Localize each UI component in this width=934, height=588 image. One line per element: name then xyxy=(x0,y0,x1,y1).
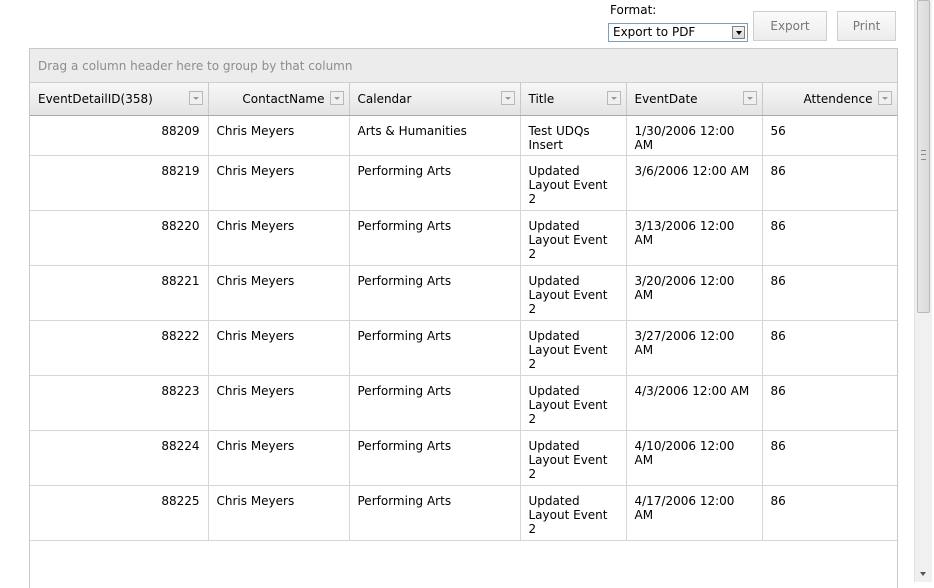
column-header-calendar[interactable]: Calendar xyxy=(349,83,521,116)
cell-eventdate: 4/17/2006 12:00 AM xyxy=(626,485,763,541)
cell-eventdate: 3/20/2006 12:00 AM xyxy=(626,265,763,321)
cell-calendar: Arts & Humanities xyxy=(349,115,521,156)
cell-title: Test UDQs Insert xyxy=(520,115,627,156)
cell-attendence: 86 xyxy=(762,485,897,541)
cell-calendar: Performing Arts xyxy=(349,485,521,541)
column-header-eventdate[interactable]: EventDate xyxy=(626,83,763,116)
export-button[interactable]: Export xyxy=(753,11,827,41)
grid-table: EventDetailID(358) ContactName Calendar … xyxy=(30,83,897,541)
cell-attendence: 86 xyxy=(762,430,897,486)
cell-contactname: Chris Meyers xyxy=(208,320,350,376)
format-label: Format: xyxy=(610,3,657,17)
table-row[interactable]: 88220 Chris Meyers Performing Arts Updat… xyxy=(30,210,897,266)
filter-icon[interactable] xyxy=(606,91,621,105)
cell-contactname: Chris Meyers xyxy=(208,210,350,266)
print-button[interactable]: Print xyxy=(837,11,896,41)
column-header-label: ContactName xyxy=(242,92,325,106)
column-header-attendence[interactable]: Attendence xyxy=(762,83,897,116)
cell-title: Updated Layout Event 2 xyxy=(520,375,627,431)
cell-eventdate: 4/10/2006 12:00 AM xyxy=(626,430,763,486)
cell-eventdetailid: 88223 xyxy=(30,375,209,431)
filter-icon[interactable] xyxy=(329,91,344,105)
column-header-label: EventDate xyxy=(634,92,698,106)
scrollbar-thumb[interactable] xyxy=(917,0,930,313)
cell-contactname: Chris Meyers xyxy=(208,265,350,321)
cell-contactname: Chris Meyers xyxy=(208,375,350,431)
cell-title: Updated Layout Event 2 xyxy=(520,265,627,321)
cell-attendence: 86 xyxy=(762,320,897,376)
column-header-label: Attendence xyxy=(803,92,873,106)
data-grid: Drag a column header here to group by th… xyxy=(29,48,898,588)
cell-eventdetailid: 88222 xyxy=(30,320,209,376)
filter-icon[interactable] xyxy=(500,91,515,105)
cell-contactname: Chris Meyers xyxy=(208,155,350,211)
cell-attendence: 86 xyxy=(762,375,897,431)
column-header-label: Title xyxy=(528,92,555,106)
cell-calendar: Performing Arts xyxy=(349,375,521,431)
column-header-label: Calendar xyxy=(357,92,412,106)
cell-eventdetailid: 88219 xyxy=(30,155,209,211)
cell-eventdate: 3/6/2006 12:00 AM xyxy=(626,155,763,211)
group-by-panel[interactable]: Drag a column header here to group by th… xyxy=(30,49,897,83)
table-row[interactable]: 88209 Chris Meyers Arts & Humanities Tes… xyxy=(30,115,897,156)
header-row: EventDetailID(358) ContactName Calendar … xyxy=(30,83,897,116)
cell-eventdetailid: 88225 xyxy=(30,485,209,541)
cell-title: Updated Layout Event 2 xyxy=(520,485,627,541)
filter-icon[interactable] xyxy=(877,91,892,105)
cell-eventdate: 3/13/2006 12:00 AM xyxy=(626,210,763,266)
cell-calendar: Performing Arts xyxy=(349,320,521,376)
cell-title: Updated Layout Event 2 xyxy=(520,155,627,211)
format-select-value: Export to PDF xyxy=(613,25,696,39)
cell-contactname: Chris Meyers xyxy=(208,430,350,486)
table-row[interactable]: 88225 Chris Meyers Performing Arts Updat… xyxy=(30,485,897,541)
cell-calendar: Performing Arts xyxy=(349,210,521,266)
table-row[interactable]: 88221 Chris Meyers Performing Arts Updat… xyxy=(30,265,897,321)
column-header-label: EventDetailID(358) xyxy=(38,92,153,106)
cell-eventdetailid: 88224 xyxy=(30,430,209,486)
filter-icon[interactable] xyxy=(188,91,203,105)
cell-title: Updated Layout Event 2 xyxy=(520,210,627,266)
table-row[interactable]: 88224 Chris Meyers Performing Arts Updat… xyxy=(30,430,897,486)
cell-calendar: Performing Arts xyxy=(349,430,521,486)
grip-icon xyxy=(921,150,926,160)
cell-attendence: 86 xyxy=(762,210,897,266)
cell-calendar: Performing Arts xyxy=(349,155,521,211)
format-select[interactable]: Export to PDF xyxy=(608,23,748,42)
column-header-title[interactable]: Title xyxy=(520,83,627,116)
cell-contactname: Chris Meyers xyxy=(208,115,350,156)
cell-attendence: 86 xyxy=(762,155,897,211)
cell-calendar: Performing Arts xyxy=(349,265,521,321)
scroll-down-arrow-icon[interactable] xyxy=(917,567,930,580)
cell-contactname: Chris Meyers xyxy=(208,485,350,541)
cell-eventdate: 1/30/2006 12:00 AM xyxy=(626,115,763,156)
cell-title: Updated Layout Event 2 xyxy=(520,320,627,376)
cell-title: Updated Layout Event 2 xyxy=(520,430,627,486)
filter-icon[interactable] xyxy=(742,91,757,105)
chevron-down-icon[interactable] xyxy=(732,26,745,39)
cell-eventdate: 3/27/2006 12:00 AM xyxy=(626,320,763,376)
table-row[interactable]: 88219 Chris Meyers Performing Arts Updat… xyxy=(30,155,897,211)
cell-eventdetailid: 88220 xyxy=(30,210,209,266)
column-header-contactname[interactable]: ContactName xyxy=(208,83,350,116)
cell-eventdetailid: 88209 xyxy=(30,115,209,156)
cell-eventdetailid: 88221 xyxy=(30,265,209,321)
vertical-scrollbar[interactable] xyxy=(914,0,932,582)
cell-attendence: 56 xyxy=(762,115,897,156)
column-header-eventdetailid[interactable]: EventDetailID(358) xyxy=(30,83,209,116)
cell-attendence: 86 xyxy=(762,265,897,321)
table-row[interactable]: 88223 Chris Meyers Performing Arts Updat… xyxy=(30,375,897,431)
cell-eventdate: 4/3/2006 12:00 AM xyxy=(626,375,763,431)
table-row[interactable]: 88222 Chris Meyers Performing Arts Updat… xyxy=(30,320,897,376)
